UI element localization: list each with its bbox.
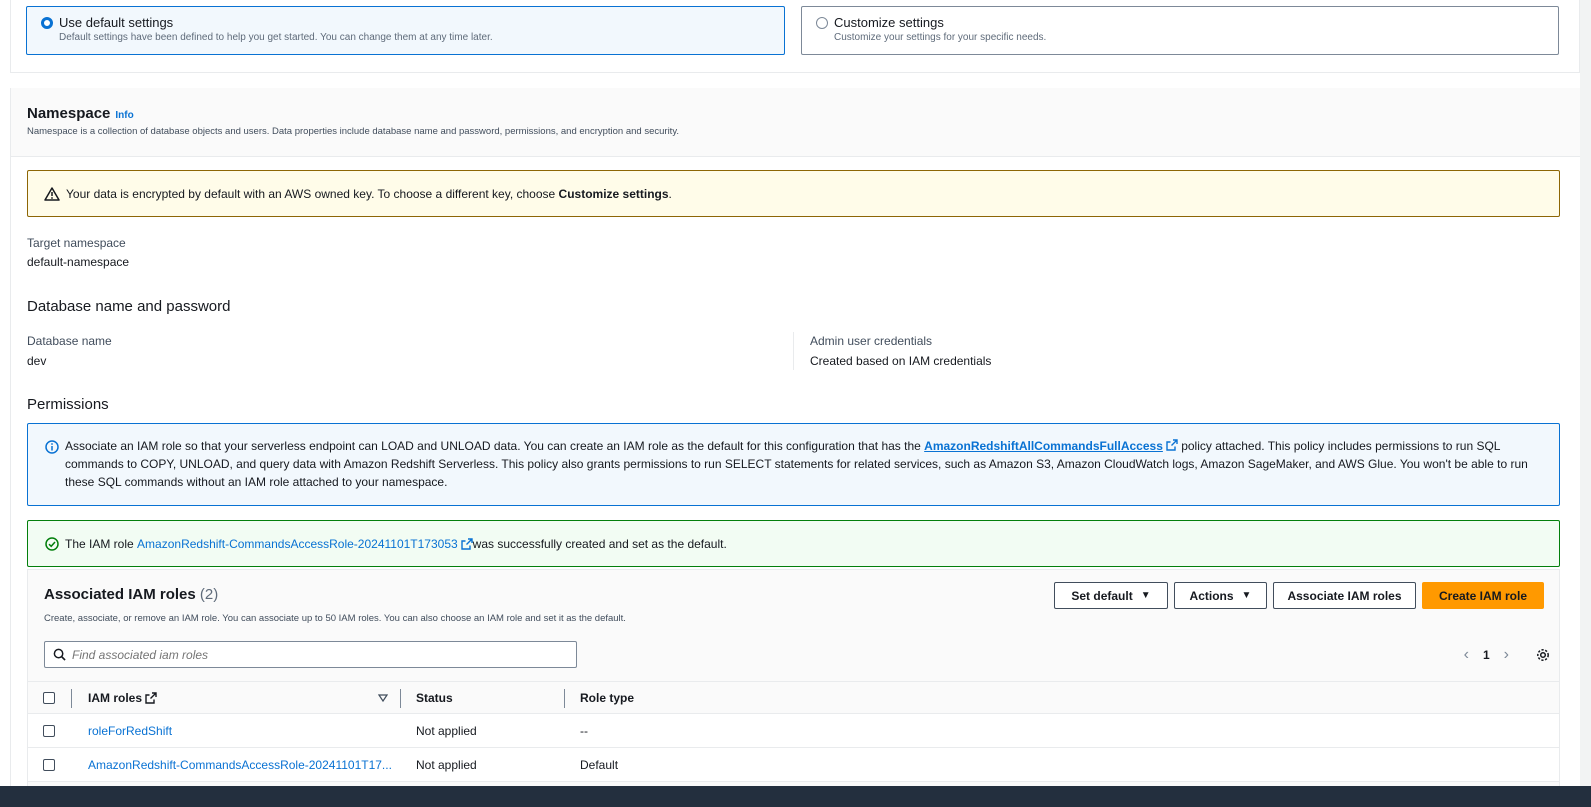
admin-credentials-label: Admin user credentials [810, 334, 933, 348]
sort-icon[interactable] [378, 693, 388, 703]
warning-icon [44, 186, 60, 201]
set-default-button[interactable]: Set default ▼ [1054, 582, 1168, 609]
table-row: AmazonRedshift-CommandsAccessRole-202411… [28, 748, 1559, 782]
info-link[interactable]: Info [115, 110, 133, 121]
create-label: Create IAM role [1438, 588, 1528, 603]
role-name-link[interactable]: AmazonRedshift-CommandsAccessRole-202411… [88, 748, 392, 781]
chevron-left-icon[interactable]: ‹ [1464, 646, 1469, 664]
row-select-cell [43, 748, 55, 781]
encryption-warning-alert: Your data is encrypted by default with a… [27, 170, 1560, 217]
settings-choice-panel: Use default settings Default settings ha… [10, 0, 1580, 73]
external-link-icon[interactable] [460, 537, 473, 550]
namespace-section: Namespace Info Namespace is a collection … [10, 88, 1580, 807]
database-heading: Database name and password [27, 298, 231, 315]
chevron-right-icon[interactable]: › [1504, 646, 1509, 664]
success-text-before: The IAM role [65, 536, 134, 551]
set-default-label: Set default [1071, 588, 1133, 603]
target-namespace-value: default-namespace [27, 255, 130, 269]
iam-info-alert: Associate an IAM role so that your serve… [27, 423, 1560, 506]
header-separator [564, 689, 565, 708]
database-name-value: dev [27, 354, 47, 368]
table-header: IAM roles Status Role type [28, 681, 1559, 714]
roles-count: (2) [199, 586, 219, 603]
success-text-after: was successfully created and set as the … [472, 536, 727, 551]
warning-text-bold: Customize settings [558, 186, 669, 201]
namespace-title: Namespace Info [27, 105, 134, 122]
roles-description: Create, associate, or remove an IAM role… [44, 613, 626, 624]
actions-button[interactable]: Actions ▼ [1174, 582, 1267, 609]
create-iam-role-button[interactable]: Create IAM role [1422, 582, 1544, 609]
roles-title-text: Associated IAM roles [44, 586, 196, 603]
page-right-gutter [1580, 0, 1591, 786]
option-description: Default settings have been defined to he… [59, 32, 493, 43]
row-checkbox[interactable] [43, 758, 55, 771]
header-separator [400, 689, 401, 708]
role-status: Not applied [416, 723, 477, 738]
full-access-policy-link[interactable]: AmazonRedshiftAllCommandsFullAccess [924, 439, 1163, 453]
select-all-cell [43, 682, 55, 713]
current-page[interactable]: 1 [1483, 648, 1490, 662]
associated-iam-roles-panel: Associated IAM roles (2) Create, associa… [27, 569, 1560, 807]
role-type: Default [580, 757, 619, 772]
column-divider [793, 332, 794, 370]
column-header-label: IAM roles [88, 690, 143, 705]
info-icon [45, 440, 59, 454]
namespace-title-text: Namespace [27, 105, 111, 122]
option-description: Customize your settings for your specifi… [834, 32, 1047, 43]
column-header-role-type[interactable]: Role type [580, 682, 634, 713]
warning-text: Your data is encrypted by default with a… [66, 187, 672, 201]
pagination: ‹ 1 › [1464, 646, 1509, 664]
role-status: Not applied [416, 757, 477, 772]
created-role-link[interactable]: AmazonRedshift-CommandsAccessRole-202411… [137, 537, 458, 551]
table-row: roleForRedShift Not applied -- [28, 714, 1559, 748]
admin-credentials-value: Created based on IAM credentials [810, 354, 992, 368]
caret-down-icon: ▼ [1241, 590, 1252, 601]
option-title: Use default settings [59, 15, 174, 30]
roles-search-box[interactable] [44, 641, 577, 668]
associate-label: Associate IAM roles [1287, 588, 1402, 603]
customize-settings-option[interactable]: Customize settings Customize your settin… [801, 6, 1559, 55]
external-link-icon [145, 691, 157, 704]
namespace-description: Namespace is a collection of database ob… [27, 126, 679, 137]
radio-selected-icon[interactable] [41, 17, 53, 29]
target-namespace-label: Target namespace [27, 236, 126, 250]
gear-icon[interactable] [1535, 647, 1551, 663]
warning-text-main: Your data is encrypted by default with a… [66, 186, 559, 201]
info-text-before: Associate an IAM role so that your serve… [65, 439, 925, 453]
database-name-label: Database name [27, 334, 112, 348]
option-title: Customize settings [834, 15, 944, 30]
row-select-cell [43, 714, 55, 747]
roles-title: Associated IAM roles (2) [44, 586, 218, 603]
warning-text-end: . [668, 186, 672, 201]
roles-search-input[interactable] [72, 647, 552, 662]
associate-iam-roles-button[interactable]: Associate IAM roles [1273, 582, 1416, 609]
row-checkbox[interactable] [43, 724, 55, 737]
column-header-status[interactable]: Status [416, 682, 453, 713]
role-name-link[interactable]: roleForRedShift [88, 714, 172, 747]
external-link-icon[interactable] [1166, 439, 1178, 451]
bottom-footer-bar [0, 786, 1591, 807]
search-icon [53, 648, 66, 661]
column-header-iam-roles[interactable]: IAM roles [88, 682, 157, 713]
radio-unselected-icon[interactable] [816, 17, 828, 29]
role-type: -- [580, 723, 588, 738]
use-default-settings-option[interactable]: Use default settings Default settings ha… [26, 6, 785, 55]
iam-role-success-alert: The IAM role AmazonRedshift-CommandsAcce… [27, 520, 1560, 567]
permissions-heading: Permissions [27, 396, 109, 413]
actions-label: Actions [1189, 588, 1234, 603]
header-separator [71, 689, 72, 708]
namespace-header: Namespace Info Namespace is a collection … [11, 88, 1580, 157]
iam-roles-table: IAM roles Status Role type roleForRedShi… [28, 681, 1559, 782]
success-check-icon [45, 536, 59, 551]
caret-down-icon: ▼ [1140, 590, 1151, 601]
select-all-checkbox[interactable] [43, 691, 55, 704]
